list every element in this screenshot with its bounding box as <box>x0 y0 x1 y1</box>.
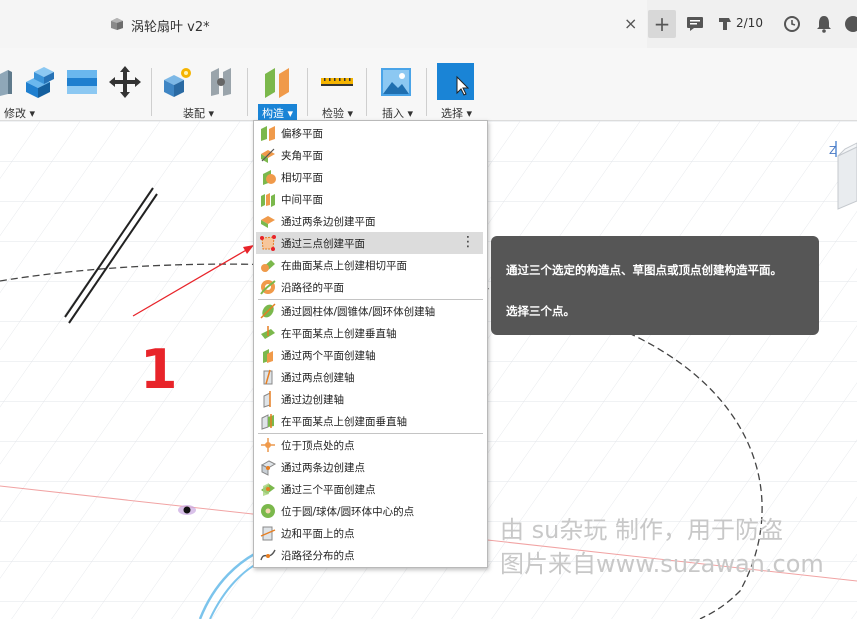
offset-plane-icon <box>261 126 275 141</box>
document-title: 涡轮扇叶 v2* <box>131 20 210 35</box>
menu-item-point-through-two-edges[interactable]: 通过两条边创建点 <box>256 456 483 478</box>
menu-item-label: 沿路径分布的点 <box>281 549 355 562</box>
menu-item-label: 位于圆/球体/圆环体中心的点 <box>281 505 415 518</box>
menu-item-point-at-vertex[interactable]: 位于顶点处的点 <box>256 434 483 456</box>
menu-item-label: 通过三个平面创建点 <box>281 483 376 496</box>
menu-item-axis-perpendicular-at-point[interactable]: 在平面某点上创建垂直轴 <box>256 322 483 344</box>
more-options-icon[interactable]: ⋮ <box>461 234 475 250</box>
menu-item-axis-through-two-planes[interactable]: 通过两个平面创建轴 <box>256 344 483 366</box>
modify-menu[interactable]: 修改 ▾ <box>0 104 39 122</box>
plane-through-three-points-icon <box>260 235 276 251</box>
command-tooltip: 通过三个选定的构造点、草图点或顶点创建构造平面。 选择三个点。 <box>491 236 819 335</box>
modify-fillet-icon[interactable] <box>22 64 58 100</box>
menu-item-point-through-three-planes[interactable]: 通过三个平面创建点 <box>256 478 483 500</box>
axis-through-two-planes-icon <box>263 349 273 363</box>
menu-item-label: 位于顶点处的点 <box>281 439 355 452</box>
menu-item-label: 在平面某点上创建面垂直轴 <box>281 415 407 428</box>
menu-item-plane-through-two-edges[interactable]: 通过两条边创建平面 <box>256 210 483 232</box>
point-at-edge-and-plane-icon <box>260 526 276 541</box>
plane-at-angle-icon <box>261 148 275 163</box>
point-at-vertex-icon <box>261 438 275 452</box>
menu-item-label: 相切平面 <box>281 171 323 184</box>
insert-image-icon[interactable] <box>378 64 414 100</box>
plane-tangent-at-point-icon <box>261 260 275 272</box>
measure-icon[interactable] <box>319 64 355 100</box>
move-icon[interactable] <box>107 64 143 100</box>
bell-icon[interactable] <box>811 12 837 36</box>
construct-offset-plane-icon[interactable] <box>259 64 295 100</box>
watermark-line-2: 图片来自www.suzawan.com <box>500 550 824 578</box>
joint-icon[interactable] <box>203 64 239 100</box>
menu-item-plane-along-path[interactable]: 沿路径的平面 <box>256 276 483 298</box>
tooltip-description: 通过三个选定的构造点、草图点或顶点创建构造平面。 <box>506 263 782 277</box>
menu-item-label: 通过两条边创建点 <box>281 461 365 474</box>
job-status-count[interactable]: 2/10 <box>736 16 763 30</box>
clock-icon[interactable] <box>779 12 805 36</box>
toolbar-divider <box>247 68 248 116</box>
modify-chamfer-icon[interactable] <box>64 64 100 100</box>
axis-through-two-points-icon <box>263 369 273 385</box>
menu-item-axis-through-edge[interactable]: 通过边创建轴 <box>256 388 483 410</box>
axis-perpendicular-at-point-icon <box>261 326 275 339</box>
menu-item-axis-through-two-points[interactable]: 通过两点创建轴 <box>256 366 483 388</box>
menu-item-point-at-center[interactable]: 位于圆/球体/圆环体中心的点 <box>256 500 483 522</box>
toolbar-divider <box>426 68 427 116</box>
menu-item-plane-tangent-at-point[interactable]: 在曲面某点上创建相切平面 <box>256 254 483 276</box>
select-icon[interactable] <box>437 63 474 100</box>
midplane-icon <box>261 193 275 207</box>
axis-through-edge-icon <box>263 391 271 408</box>
menu-item-label: 在平面某点上创建垂直轴 <box>281 327 397 340</box>
point-along-path-icon <box>260 549 276 561</box>
menu-item-label: 边和平面上的点 <box>281 527 355 540</box>
menu-item-label: 在曲面某点上创建相切平面 <box>281 259 407 272</box>
toolbar: 修改 ▾ 装配 ▾ 构造 ▾ 检验 ▾ 插入 ▾ 选择 ▾ <box>0 48 857 122</box>
menu-item-axis-through-cylinder[interactable]: 通过圆柱体/圆锥体/圆环体创建轴 <box>256 300 483 322</box>
origin-point[interactable] <box>183 506 191 514</box>
toolbar-divider <box>307 68 308 116</box>
menu-item-point-along-path[interactable]: 沿路径分布的点 <box>256 544 483 566</box>
axis-through-cylinder-icon <box>260 303 276 319</box>
document-tab[interactable]: 涡轮扇叶 v2* × <box>0 0 647 48</box>
menu-item-midplane[interactable]: 中间平面 <box>256 188 483 210</box>
new-tab-button[interactable]: + <box>648 10 676 38</box>
menu-item-tangent-plane[interactable]: 相切平面 <box>256 166 483 188</box>
point-through-three-planes-icon <box>261 483 275 496</box>
menu-item-offset-plane[interactable]: 偏移平面 <box>256 122 483 144</box>
help-icon[interactable] <box>840 12 857 36</box>
menu-item-label: 通过边创建轴 <box>281 393 344 406</box>
viewcube-z-axis-label: Z <box>829 144 837 157</box>
plane-through-two-edges-icon <box>261 216 275 228</box>
menu-item-label: 夹角平面 <box>281 149 323 162</box>
menu-item-plane-through-three-points[interactable]: 通过三点创建平面 ⋮ <box>256 232 483 254</box>
assemble-menu[interactable]: 装配 ▾ <box>179 104 218 122</box>
menu-item-label: 沿路径的平面 <box>281 281 344 294</box>
new-component-icon[interactable] <box>160 64 196 100</box>
job-status-icon[interactable] <box>714 12 736 36</box>
toolbar-divider <box>366 68 367 116</box>
menu-item-label: 通过两个平面创建轴 <box>281 349 376 362</box>
tooltip-hint: 选择三个点。 <box>506 304 575 318</box>
menu-item-point-at-edge-and-plane[interactable]: 边和平面上的点 <box>256 522 483 544</box>
menu-item-plane-at-angle[interactable]: 夹角平面 <box>256 144 483 166</box>
step-number-annotation: 1 <box>140 338 178 401</box>
point-through-two-edges-icon <box>260 460 277 476</box>
comment-icon[interactable] <box>682 12 708 36</box>
menu-item-label: 通过三点创建平面 <box>281 237 365 250</box>
close-tab-button[interactable]: × <box>624 14 637 33</box>
tab-bar: 涡轮扇叶 v2* × + 2/10 <box>0 0 857 49</box>
menu-item-axis-perpendicular-to-face[interactable]: 在平面某点上创建面垂直轴 <box>256 410 483 432</box>
point-at-center-icon <box>261 504 275 518</box>
menu-item-label: 偏移平面 <box>281 127 323 140</box>
menu-item-label: 通过两条边创建平面 <box>281 215 376 228</box>
axis-perpendicular-to-face-icon <box>261 414 274 430</box>
watermark-line-1: 由 su杂玩 制作，用于防盗 <box>500 516 783 544</box>
menu-item-label: 通过圆柱体/圆锥体/圆环体创建轴 <box>281 305 436 318</box>
tangent-plane-icon <box>263 170 276 185</box>
menu-item-label: 中间平面 <box>281 193 323 206</box>
plane-along-path-icon <box>260 280 276 295</box>
document-cube-icon <box>111 18 123 30</box>
construct-dropdown-menu: 偏移平面 夹角平面 相切平面 中间平面 通过两条边创建平面 通过三点创建平面 ⋮… <box>253 120 488 568</box>
toolbar-divider <box>151 68 152 116</box>
menu-item-label: 通过两点创建轴 <box>281 371 355 384</box>
